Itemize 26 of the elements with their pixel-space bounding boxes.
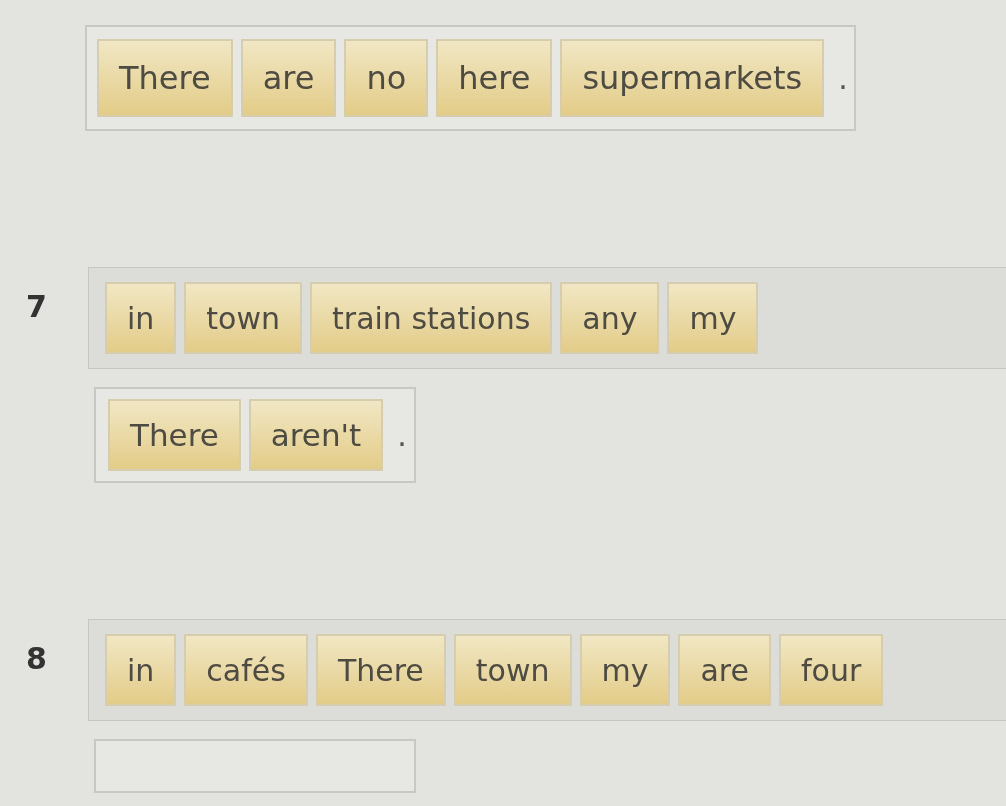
word-tile[interactable]: town [453,634,572,706]
word-tile[interactable]: There [315,634,446,706]
word-tile[interactable]: There [108,399,241,471]
word-tile[interactable]: cafés [184,634,308,706]
answer-box[interactable]: There aren't . [94,387,416,483]
word-tile[interactable]: my [667,282,759,354]
word-tile[interactable]: my [579,634,671,706]
word-tile[interactable]: in [105,282,177,354]
word-tile[interactable]: no [344,39,429,117]
word-tile[interactable]: train stations [310,282,553,354]
answer-box[interactable] [94,739,416,793]
item-number: 7 [25,288,47,324]
word-tile[interactable]: are [678,634,771,706]
word-tile[interactable]: supermarkets [560,39,825,117]
answer-box[interactable]: There are no here supermarkets . [85,25,856,131]
period-text: . [837,60,848,96]
word-tile[interactable]: There [97,39,233,117]
word-tile[interactable]: aren't [248,399,384,471]
item-number: 8 [25,640,47,676]
word-tile[interactable]: town [184,282,303,354]
word-tile[interactable]: in [105,634,177,706]
word-tile[interactable]: four [779,634,884,706]
word-tile[interactable]: here [436,39,553,117]
word-tile[interactable]: any [560,282,660,354]
word-tile[interactable]: are [240,39,337,117]
period-text: . [396,417,407,453]
